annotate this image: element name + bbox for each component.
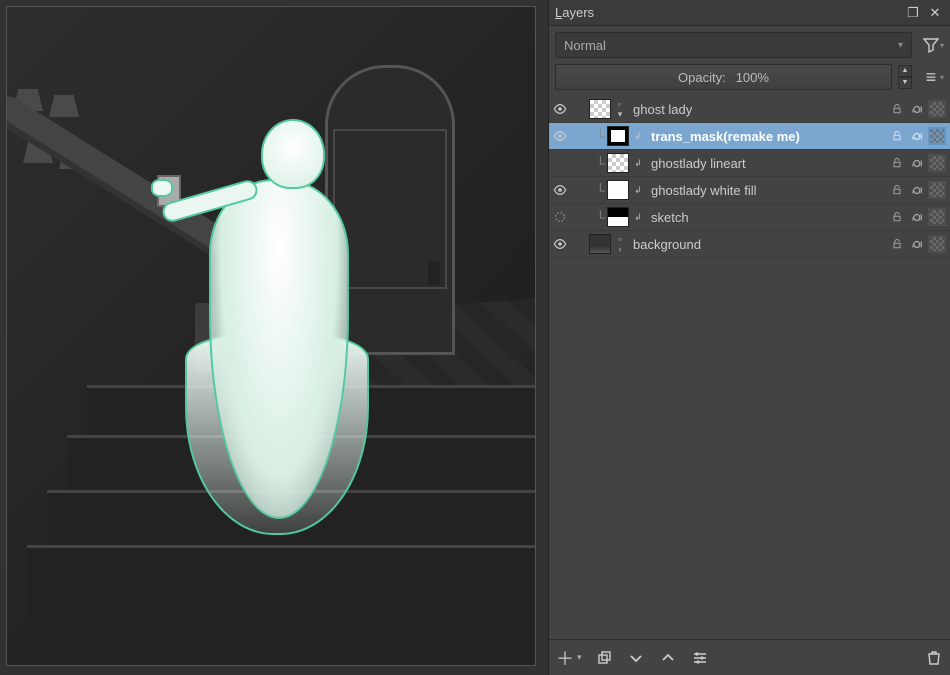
layer-tag-icon: ↲ xyxy=(631,212,645,223)
inherit-alpha-icon[interactable] xyxy=(928,208,946,226)
layer-thumbnail[interactable] xyxy=(589,234,611,254)
panel-header: Layers ❐ ✕ xyxy=(549,0,950,26)
add-layer-dropdown-icon[interactable]: ▾ xyxy=(577,652,582,663)
layer-name-label[interactable]: ghost lady xyxy=(627,102,884,117)
alpha-icon[interactable] xyxy=(908,181,926,199)
move-layer-down-button[interactable] xyxy=(626,648,646,668)
add-layer-button[interactable]: ＋ xyxy=(555,648,575,668)
alpha-icon[interactable] xyxy=(908,127,926,145)
layers-panel: Layers ❐ ✕ Normal ▾ ▾ Opacity: 100% ▲ ▼ … xyxy=(548,0,950,675)
alpha-icon[interactable] xyxy=(908,100,926,118)
inherit-alpha-icon[interactable] xyxy=(928,181,946,199)
spin-up-icon[interactable]: ▲ xyxy=(898,65,912,77)
layer-name-label[interactable]: trans_mask(remake me) xyxy=(645,129,884,144)
opacity-value: 100% xyxy=(736,70,769,85)
inherit-alpha-icon[interactable] xyxy=(928,127,946,145)
layer-thumbnail[interactable] xyxy=(607,180,629,200)
tree-indent: └ xyxy=(571,129,607,144)
layer-row[interactable]: └ ↲trans_mask(remake me) xyxy=(549,123,950,150)
layer-thumbnail[interactable] xyxy=(589,99,611,119)
tree-indent: └ xyxy=(571,183,607,198)
layer-name-label[interactable]: sketch xyxy=(645,210,884,225)
spin-down-icon[interactable]: ▼ xyxy=(898,77,912,89)
visibility-eye-icon[interactable] xyxy=(549,183,571,197)
opacity-slider[interactable]: Opacity: 100% xyxy=(555,64,892,90)
inherit-alpha-icon[interactable] xyxy=(928,235,946,253)
alpha-icon[interactable] xyxy=(908,208,926,226)
lock-icon[interactable] xyxy=(888,235,906,253)
layer-name-label[interactable]: ghostlady lineart xyxy=(645,156,884,171)
alpha-icon[interactable] xyxy=(908,235,926,253)
float-panel-icon[interactable]: ❐ xyxy=(904,4,922,22)
layer-row[interactable]: └ ↲ghostlady white fill xyxy=(549,177,950,204)
lock-icon[interactable] xyxy=(888,208,906,226)
layer-properties-button[interactable] xyxy=(690,648,710,668)
layers-list: ▫▾ghost lady└↲trans_mask(remake me)└↲gho… xyxy=(549,96,950,639)
canvas-area xyxy=(0,0,548,675)
move-layer-up-button[interactable] xyxy=(658,648,678,668)
blend-mode-value: Normal xyxy=(564,38,606,53)
delete-layer-button[interactable] xyxy=(924,648,944,668)
group-tag-icon: ▫▾ xyxy=(613,99,627,120)
visibility-eye-icon[interactable] xyxy=(549,237,571,251)
opacity-spinner[interactable]: ▲ ▼ xyxy=(898,65,912,89)
layers-toolbar: ＋ ▾ xyxy=(549,639,950,675)
chevron-down-icon: ▾ xyxy=(898,40,903,51)
layer-tag-icon: ↲ xyxy=(631,185,645,196)
lock-icon[interactable] xyxy=(888,154,906,172)
lock-icon[interactable] xyxy=(888,127,906,145)
visibility-eye-icon[interactable] xyxy=(549,102,571,116)
layer-row[interactable]: ▫›background xyxy=(549,231,950,258)
tree-indent: └ xyxy=(571,156,607,171)
visibility-hidden-icon[interactable] xyxy=(549,210,571,224)
panel-title: Layers xyxy=(555,5,900,20)
duplicate-layer-button[interactable] xyxy=(594,648,614,668)
tree-indent: └ xyxy=(571,210,607,225)
panel-menu-icon[interactable]: ≡ xyxy=(922,68,940,86)
layer-name-label[interactable]: ghostlady white fill xyxy=(645,183,884,198)
canvas[interactable] xyxy=(6,6,536,666)
alpha-icon[interactable] xyxy=(908,154,926,172)
lock-icon[interactable] xyxy=(888,100,906,118)
layer-thumbnail[interactable] xyxy=(607,153,629,173)
layer-row[interactable]: ▫▾ghost lady xyxy=(549,96,950,123)
layer-tag-icon: ↲ xyxy=(631,131,645,142)
layer-row[interactable]: └ ↲sketch xyxy=(549,204,950,231)
filter-icon[interactable] xyxy=(922,36,940,54)
close-panel-icon[interactable]: ✕ xyxy=(926,4,944,22)
layer-tag-icon: ↲ xyxy=(631,158,645,169)
inherit-alpha-icon[interactable] xyxy=(928,100,946,118)
layer-thumbnail[interactable] xyxy=(607,207,629,227)
visibility-eye-icon[interactable] xyxy=(549,129,571,143)
blend-mode-select[interactable]: Normal ▾ xyxy=(555,32,912,58)
inherit-alpha-icon[interactable] xyxy=(928,154,946,172)
opacity-label: Opacity: xyxy=(678,70,726,85)
group-tag-icon: ▫› xyxy=(613,234,627,254)
lock-icon[interactable] xyxy=(888,181,906,199)
layer-row[interactable]: └ ↲ghostlady lineart xyxy=(549,150,950,177)
layer-name-label[interactable]: background xyxy=(627,237,884,252)
layer-thumbnail[interactable] xyxy=(607,126,629,146)
ghost-illustration xyxy=(169,115,369,540)
